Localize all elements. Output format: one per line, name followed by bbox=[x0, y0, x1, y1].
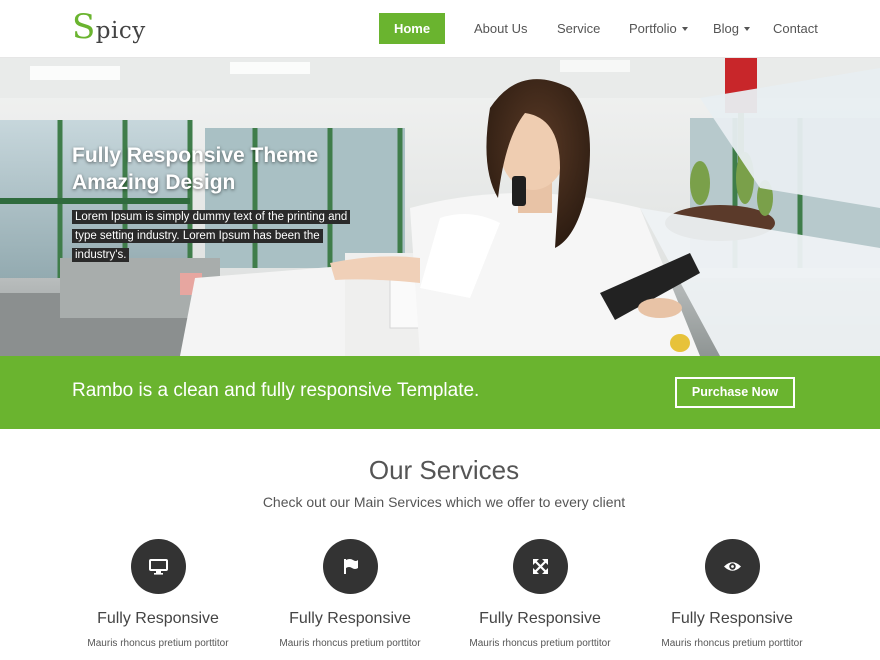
service-item: Fully Responsive Mauris rhoncus pretium … bbox=[647, 539, 817, 651]
logo-text: picy bbox=[95, 18, 146, 44]
service-description: Mauris rhoncus pretium porttitor bbox=[661, 638, 803, 649]
nav-home[interactable]: Home bbox=[379, 13, 445, 44]
site-logo[interactable]: Spicy bbox=[72, 10, 146, 44]
service-icon-circle[interactable] bbox=[322, 539, 378, 594]
expand-icon bbox=[532, 559, 548, 574]
hero-title-line1: Fully Responsive Theme bbox=[72, 144, 319, 167]
nav-portfolio-label: Portfolio bbox=[629, 21, 677, 36]
service-description: Mauris rhoncus pretium porttitor bbox=[279, 638, 421, 649]
hero-description: Lorem Ipsum is simply dummy text of the … bbox=[72, 208, 372, 265]
hero-description-text: Lorem Ipsum is simply dummy text of the … bbox=[72, 210, 351, 262]
service-name: Fully Responsive bbox=[97, 610, 219, 627]
service-item: Fully Responsive Mauris rhoncus pretium … bbox=[265, 539, 435, 651]
nav-portfolio[interactable]: Portfolio bbox=[629, 13, 688, 44]
services-title: Our Services bbox=[368, 455, 520, 485]
logo-initial: S bbox=[72, 7, 96, 47]
nav-contact[interactable]: Contact bbox=[773, 13, 818, 44]
monitor-icon bbox=[148, 559, 168, 575]
callout-band: Rambo is a clean and fully responsive Te… bbox=[0, 356, 880, 429]
service-description: Mauris rhoncus pretium porttitor bbox=[87, 638, 229, 649]
callout-text: Rambo is a clean and fully responsive Te… bbox=[72, 380, 480, 401]
nav-service[interactable]: Service bbox=[557, 13, 600, 44]
flag-icon bbox=[343, 559, 358, 574]
hero-title-line2: Amazing Design bbox=[72, 171, 236, 194]
service-item: Fully Responsive Mauris rhoncus pretium … bbox=[73, 539, 243, 651]
service-description: Mauris rhoncus pretium porttitor bbox=[469, 638, 611, 649]
service-icon-circle[interactable] bbox=[130, 539, 186, 594]
chevron-down-icon bbox=[744, 26, 751, 31]
hero-title: Fully Responsive Theme Amazing Design bbox=[72, 142, 432, 196]
service-icon-circle[interactable] bbox=[512, 539, 568, 594]
service-name: Fully Responsive bbox=[479, 610, 601, 627]
nav-blog-label: Blog bbox=[713, 21, 740, 36]
hero-slider: Fully Responsive Theme Amazing Design Lo… bbox=[0, 58, 880, 356]
hero-photo bbox=[0, 58, 880, 356]
site-header: Spicy Home About Us Service Portfolio Bl… bbox=[0, 0, 880, 58]
nav-blog[interactable]: Blog bbox=[713, 13, 751, 44]
service-name: Fully Responsive bbox=[289, 610, 411, 627]
service-item: Fully Responsive Mauris rhoncus pretium … bbox=[455, 539, 625, 651]
service-name: Fully Responsive bbox=[671, 610, 793, 627]
service-icon-circle[interactable] bbox=[704, 539, 760, 594]
eye-icon bbox=[723, 562, 741, 571]
services-subtitle: Check out our Main Services which we off… bbox=[262, 494, 626, 510]
chevron-down-icon bbox=[681, 26, 688, 31]
purchase-now-button[interactable]: Purchase Now bbox=[675, 377, 795, 408]
nav-about-us[interactable]: About Us bbox=[474, 13, 527, 44]
